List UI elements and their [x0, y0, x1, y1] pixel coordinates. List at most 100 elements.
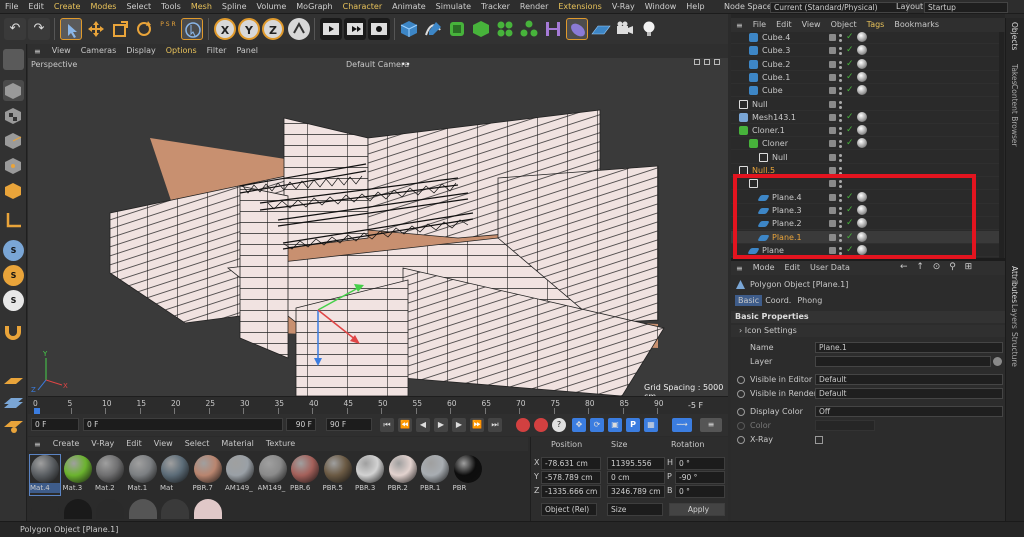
menu-create[interactable]: Create	[49, 0, 86, 14]
size-x-field[interactable]: 11395.556 cm	[607, 457, 665, 479]
material-menu-v-ray[interactable]: V-Ray	[85, 437, 120, 451]
layer-field[interactable]	[815, 356, 991, 367]
render-visibility-dot[interactable]	[839, 52, 842, 56]
animate-color-icon[interactable]	[737, 422, 745, 430]
workplane-grid-icon[interactable]	[3, 370, 24, 391]
display-color-select[interactable]: Off	[815, 406, 1003, 417]
object-row-cube-1[interactable]: Cube.1 ✓	[731, 71, 1001, 84]
layer-picker-icon[interactable]	[993, 357, 1002, 366]
next-key-icon[interactable]: ⏩	[470, 418, 484, 432]
key-rotation-icon[interactable]: ⟳	[590, 418, 604, 432]
subdivision-icon[interactable]	[446, 18, 468, 40]
object-row-null[interactable]: Null	[731, 98, 1001, 111]
side-tab-takes[interactable]: Takes	[1010, 64, 1019, 85]
render-visibility-dot[interactable]	[839, 145, 842, 149]
material-menu-material[interactable]: Material	[215, 437, 260, 451]
scale-tool-icon[interactable]	[109, 18, 131, 40]
attribute-menu-mode[interactable]: Mode	[748, 261, 780, 275]
planar-workplane-icon[interactable]	[3, 414, 24, 435]
material-pbr-3[interactable]: PBR.3	[355, 455, 385, 495]
editor-visibility-dot[interactable]	[839, 100, 842, 104]
object-menu-object[interactable]: Object	[826, 18, 862, 32]
render-to-picture-viewer-icon[interactable]	[344, 18, 366, 40]
material-preview[interactable]	[128, 499, 157, 519]
menu-edit[interactable]: Edit	[23, 0, 49, 14]
extrude-icon[interactable]	[470, 18, 492, 40]
layout-select[interactable]: Startup	[924, 2, 1008, 13]
object-name[interactable]: Mesh143.1	[752, 111, 796, 124]
material-mat-3[interactable]: Mat.3	[63, 455, 93, 495]
attribute-nav-icons[interactable]: ← ↑ ⊙ ⚲ ⊞	[900, 262, 1000, 274]
x-axis-lock-icon[interactable]: X	[214, 18, 236, 40]
rotation-h-field[interactable]: 0 °	[675, 457, 725, 470]
side-tab-layers[interactable]: Layers	[1010, 304, 1019, 329]
tab-basic[interactable]: Basic	[735, 295, 763, 306]
material-menu-view[interactable]: View	[148, 437, 179, 451]
material-am149[interactable]: AM149_	[258, 455, 288, 495]
snap-settings-icon[interactable]: S	[3, 265, 24, 286]
size-z-field[interactable]: 3246.789 cm	[607, 485, 665, 498]
object-menu-view[interactable]: View	[797, 18, 826, 32]
material-menu-handle-icon[interactable]: ≡	[28, 440, 47, 449]
editor-visibility-dot[interactable]	[839, 167, 842, 170]
rotation-p-field[interactable]: -90 °	[675, 471, 725, 484]
color-swatch[interactable]	[815, 420, 875, 431]
position-x-field[interactable]: -78.631 cm	[541, 457, 601, 470]
object-list-scrollbar[interactable]	[999, 32, 1004, 258]
material-pbr[interactable]: PBR	[453, 455, 483, 495]
position-z-field[interactable]: -1335.666 cm	[541, 485, 601, 498]
layer-checkbox-icon[interactable]	[829, 127, 836, 135]
magnet-icon[interactable]	[3, 320, 24, 341]
menu-spline[interactable]: Spline	[217, 0, 252, 14]
camera-icon[interactable]	[614, 18, 636, 40]
rotate-tool-icon[interactable]	[133, 18, 155, 40]
material-preview[interactable]	[31, 499, 59, 519]
material-preview[interactable]	[193, 499, 222, 519]
object-menu-handle-icon[interactable]: ≡	[731, 21, 748, 30]
render-visibility-dot[interactable]	[839, 39, 842, 42]
render-visibility-dot[interactable]	[839, 65, 842, 69]
texture-tag-icon[interactable]	[856, 111, 867, 122]
locked-workplane-icon[interactable]	[3, 392, 24, 413]
layer-checkbox-icon[interactable]	[829, 113, 836, 121]
viewport-menu-view[interactable]: View	[47, 44, 76, 58]
texture-tag-icon[interactable]	[856, 58, 867, 69]
cube-primitive-icon[interactable]	[398, 18, 420, 40]
object-row-cloner[interactable]: Cloner ✓	[731, 137, 1001, 151]
texture-tag-icon[interactable]	[856, 125, 867, 136]
object-name[interactable]: Cube.3	[762, 44, 790, 57]
menu-render[interactable]: Render	[515, 0, 553, 14]
previous-key-icon[interactable]: ⏪	[398, 418, 412, 432]
layer-checkbox-icon[interactable]	[829, 47, 836, 55]
menu-select[interactable]: Select	[121, 0, 156, 14]
timeline-ruler[interactable]: 0 5 10 15 20 25 30 35 40 45 50 55 60 65 70 75 80 85 90 -5 …	[28, 396, 728, 414]
material-mat[interactable]: Mat	[160, 455, 190, 495]
checkmark-icon[interactable]: ✓	[846, 85, 854, 96]
move-tool-icon[interactable]	[85, 18, 107, 40]
animate-visible-editor-icon[interactable]	[737, 376, 745, 384]
live-select-icon[interactable]	[181, 18, 203, 40]
node-space-select[interactable]: Current (Standard/Physical)	[770, 2, 908, 13]
size-mode-select[interactable]: Size	[607, 503, 663, 516]
object-menu-bookmarks[interactable]: Bookmarks	[889, 18, 944, 32]
side-tab-objects[interactable]: Objects	[1010, 22, 1019, 50]
editor-visibility-dot[interactable]	[839, 153, 842, 157]
menu-file[interactable]: File	[0, 0, 23, 14]
checkmark-icon[interactable]: ✓	[846, 59, 854, 70]
edge-mode-icon[interactable]	[3, 180, 24, 201]
object-name[interactable]: Cube	[762, 84, 783, 97]
attribute-menu-handle-icon[interactable]: ≡	[731, 264, 748, 273]
checkmark-icon[interactable]: ✓	[846, 125, 854, 136]
animate-display-color-icon[interactable]	[737, 408, 745, 416]
point-mode-icon[interactable]	[3, 155, 24, 176]
menu-animate[interactable]: Animate	[387, 0, 431, 14]
material-mat-4[interactable]: Mat.4	[29, 454, 61, 496]
field-icon[interactable]	[566, 18, 588, 40]
menu-window[interactable]: Window	[640, 0, 682, 14]
material-pbr-5[interactable]: PBR.5	[323, 455, 353, 495]
render-visibility-dot[interactable]	[839, 132, 842, 136]
menu-extensions[interactable]: Extensions	[553, 0, 606, 14]
menu-mograph[interactable]: MoGraph	[291, 0, 337, 14]
visible-in-editor-select[interactable]: Default	[815, 374, 1003, 385]
interpolation-icon[interactable]: ⟿	[672, 418, 692, 432]
